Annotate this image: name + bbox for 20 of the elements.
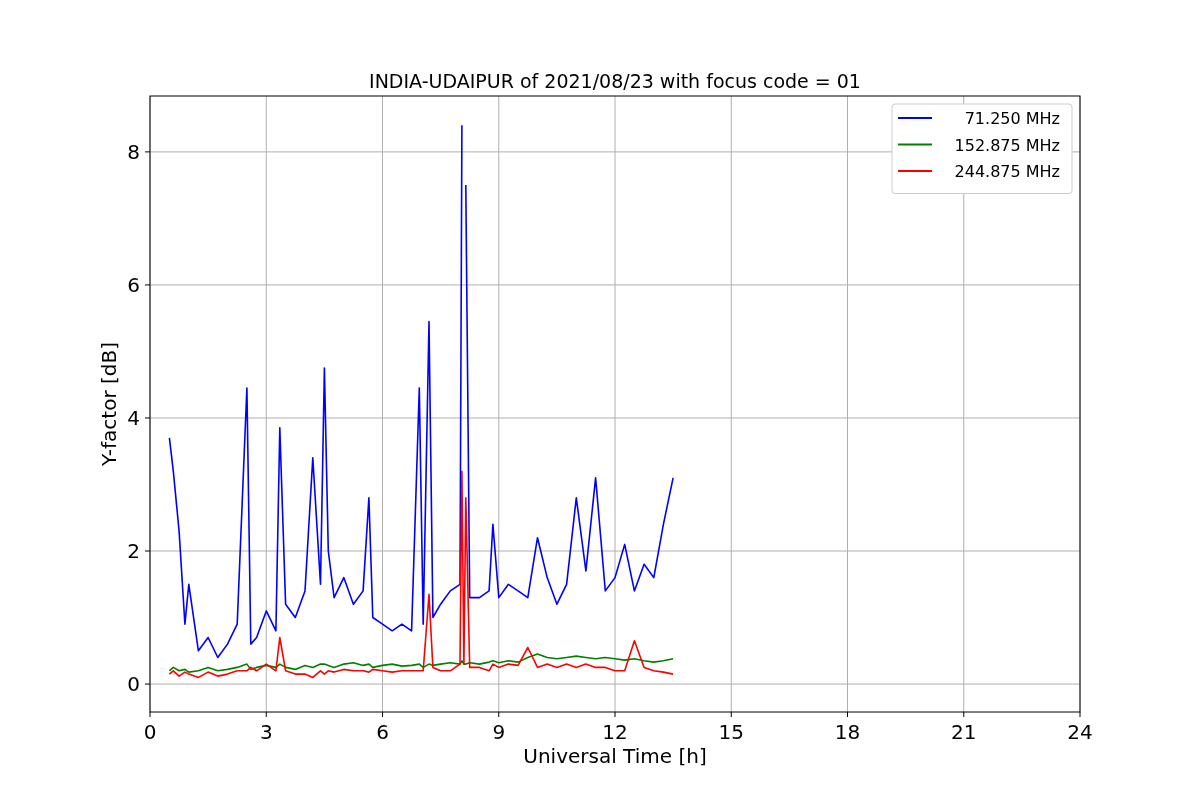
x-tick-label: 24 [1067,720,1093,744]
x-axis-label: Universal Time [h] [523,744,707,768]
y-axis-label: Y-factor [dB] [97,342,121,466]
x-tick-label: 18 [834,720,861,744]
x-tick-label: 3 [259,720,273,744]
y-tick-label: 0 [127,672,140,697]
x-tick-label: 12 [602,720,628,744]
x-tick-label: 6 [376,720,389,744]
y-tick-label: 4 [127,405,140,430]
x-tick-label: 15 [718,720,744,744]
x-tick-label: 21 [951,720,977,744]
x-tick-label: 0 [143,720,157,744]
y-tick-label: 6 [127,272,140,297]
legend-label: 244.875 MHz [954,162,1060,181]
chart-title: INDIA-UDAIPUR of 2021/08/23 with focus code = 01 [369,70,861,92]
y-tick-label: 8 [127,139,140,164]
y-tick-label: 2 [127,539,140,563]
x-tick-label: 9 [492,720,506,744]
legend-label: 71.250 MHz [964,109,1060,128]
legend-label: 152.875 MHz [954,135,1060,155]
